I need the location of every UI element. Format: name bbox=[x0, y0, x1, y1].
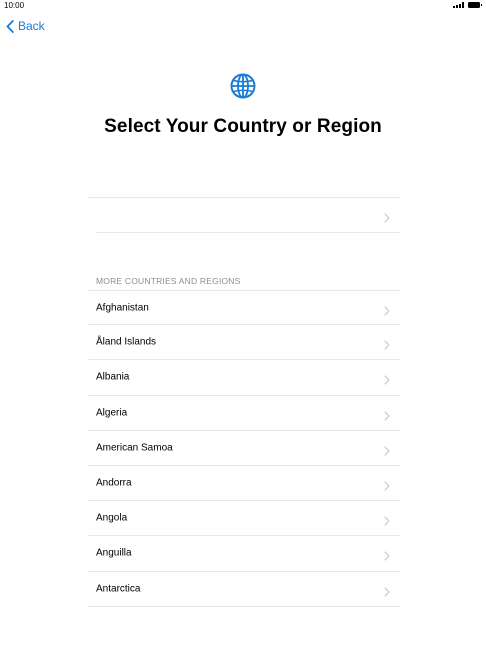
suggested-country-row[interactable] bbox=[88, 198, 400, 232]
chevron-right-icon bbox=[384, 372, 390, 386]
chevron-right-icon bbox=[384, 513, 390, 526]
chevron-right-icon bbox=[384, 337, 390, 350]
chevron-right-icon bbox=[384, 303, 390, 316]
list-item[interactable]: Åland Islands bbox=[88, 325, 400, 361]
globe-icon bbox=[230, 73, 256, 99]
list-item[interactable]: Antarctica bbox=[88, 572, 400, 607]
status-indicators bbox=[453, 2, 482, 8]
screen: 10:00 Back Select Your Country or Region… bbox=[0, 0, 486, 648]
country-name: Antarctica bbox=[96, 583, 141, 595]
list-item[interactable]: Afghanistan bbox=[88, 290, 400, 326]
status-bar: 10:00 bbox=[0, 0, 486, 12]
cellular-signal-icon bbox=[453, 2, 464, 8]
section-header: MORE COUNTRIES AND REGIONS bbox=[96, 276, 241, 286]
chevron-right-icon bbox=[384, 548, 390, 562]
status-time: 10:00 bbox=[4, 1, 25, 10]
country-name: Afghanistan bbox=[96, 302, 149, 314]
country-name: Andorra bbox=[96, 477, 132, 489]
list-item[interactable]: American Samoa bbox=[88, 431, 400, 466]
chevron-right-icon bbox=[384, 584, 390, 597]
country-name: Albania bbox=[96, 371, 130, 383]
list-item[interactable]: Andorra bbox=[88, 466, 400, 502]
battery-icon bbox=[468, 2, 482, 8]
chevron-right-icon bbox=[384, 210, 390, 223]
country-name: Åland Islands bbox=[96, 336, 157, 348]
chevron-left-icon bbox=[6, 19, 14, 33]
chevron-right-icon bbox=[384, 478, 390, 491]
list-item[interactable]: Angola bbox=[88, 501, 400, 537]
page-title: Select Your Country or Region bbox=[104, 116, 382, 137]
suggested-row-bottom-divider bbox=[96, 232, 400, 233]
country-name: Anguilla bbox=[96, 547, 132, 559]
country-name: American Samoa bbox=[96, 442, 173, 454]
list-item[interactable]: Algeria bbox=[88, 396, 400, 431]
list-item[interactable]: Anguilla bbox=[88, 536, 400, 572]
back-label: Back bbox=[18, 19, 45, 33]
country-name: Algeria bbox=[96, 407, 128, 419]
chevron-right-icon bbox=[384, 443, 390, 456]
chevron-right-icon bbox=[384, 408, 390, 421]
list-item[interactable]: Albania bbox=[88, 360, 400, 396]
back-button[interactable]: Back bbox=[6, 17, 45, 35]
country-list: Afghanistan Åland Islands Albania Algeri… bbox=[88, 290, 400, 607]
country-name: Angola bbox=[96, 512, 128, 524]
